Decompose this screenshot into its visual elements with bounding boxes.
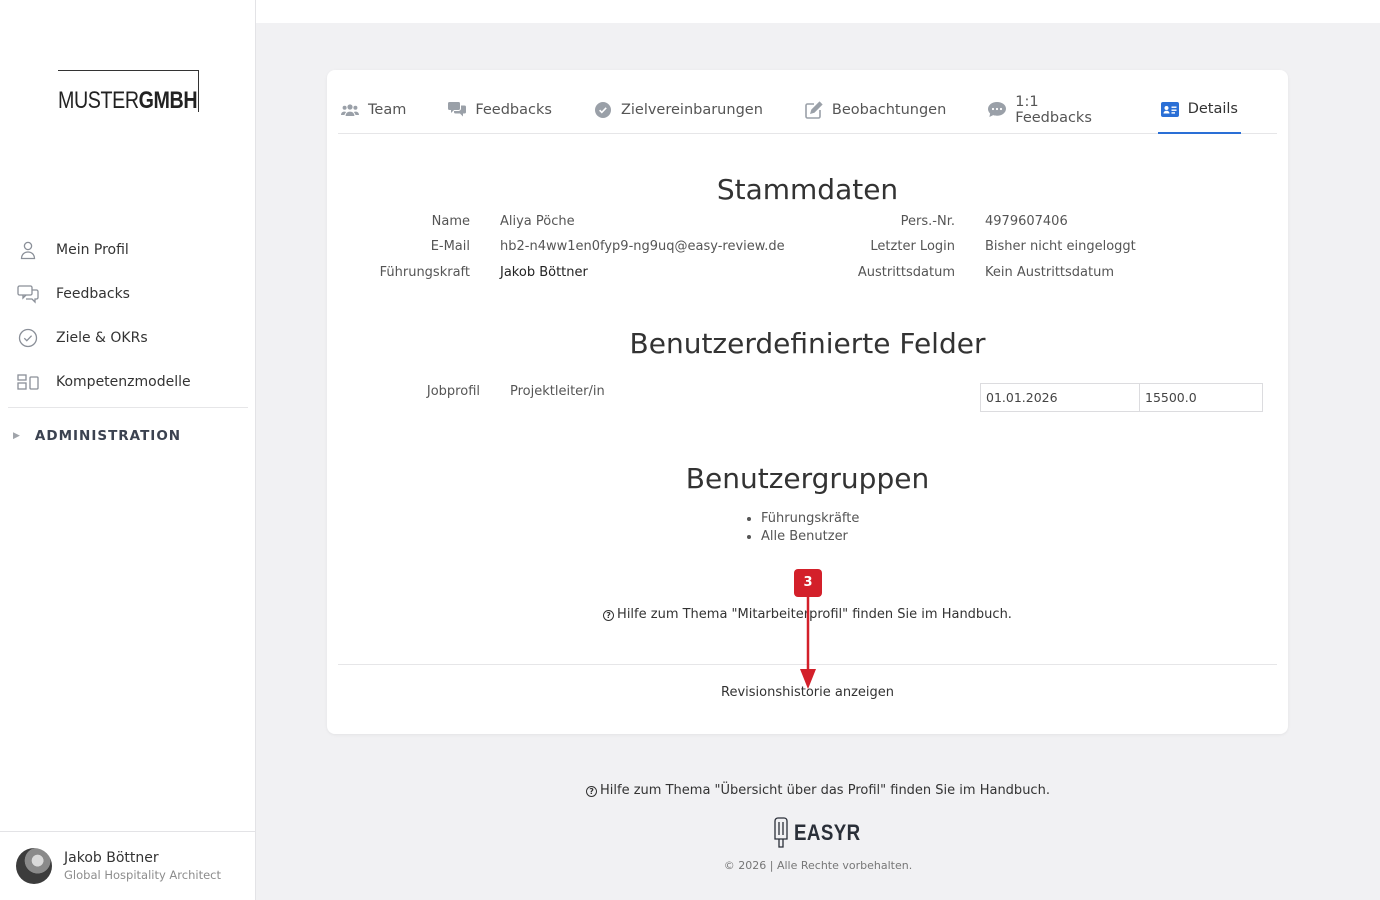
tab-1-1-feedbacks[interactable]: 1:1 Feedbacks — [985, 86, 1121, 134]
tab-zielvereinbarungen[interactable]: Zielvereinbarungen — [591, 86, 766, 134]
tab-label: Details — [1187, 101, 1238, 117]
sidebar-item-administration[interactable]: ▶ ADMINISTRATION — [0, 408, 256, 464]
sidebar-item-kompetenzmodelle[interactable]: Kompetenzmodelle — [0, 360, 256, 404]
sidebar-item-label: Mein Profil — [56, 242, 129, 258]
step-badge: 3 — [794, 569, 822, 597]
sidebar-item-label: Ziele & OKRs — [56, 330, 148, 346]
jobprofil-value: Projektleiter/in — [510, 384, 605, 399]
tab-team[interactable]: Team — [338, 86, 409, 134]
jobprofil-label: Jobprofil — [426, 384, 480, 399]
footer-help-text: Hilfe zum Thema "Übersicht über das Prof… — [600, 783, 1050, 798]
question-circle-icon: ? — [586, 786, 598, 797]
groups-list: Führungskräfte Alle Benutzer — [761, 510, 859, 546]
jobprofil-amount-field[interactable]: 15500.0 — [1139, 383, 1263, 412]
top-bar — [256, 0, 1380, 23]
list-item: Alle Benutzer — [761, 528, 859, 546]
sidebar-item-label: Kompetenzmodelle — [56, 374, 191, 390]
sidebar-item-feedbacks[interactable]: Feedbacks — [0, 272, 256, 316]
tab-label: Team — [368, 102, 407, 118]
admin-label: ADMINISTRATION — [34, 428, 182, 444]
name-label: Name — [431, 214, 470, 229]
exit-date-value: Kein Austrittsdatum — [985, 265, 1115, 280]
last-login-value: Bisher nicht eingeloggt — [985, 239, 1136, 254]
user-role: Global Hospitality Architect — [64, 868, 221, 882]
list-item: Führungskräfte — [761, 510, 859, 528]
jobprofil-date-field[interactable]: 01.01.2026 — [980, 383, 1140, 412]
current-user[interactable]: Jakob Böttner Global Hospitality Archite… — [0, 831, 256, 900]
tab-label: Beobachtungen — [831, 102, 947, 118]
model-blocks-icon — [17, 371, 39, 393]
email-value: hb2-n4ww1en0fyp9-ng9uq@easy-review.de — [500, 239, 785, 254]
edit-icon — [805, 101, 823, 119]
easyr-logo: EASYR — [772, 817, 872, 849]
easyr-logo-text: EASYR — [794, 820, 861, 845]
sidebar: MUSTERGMBH Mein Profil Feedbacks Ziele &… — [0, 0, 256, 900]
sidebar-item-label: Feedbacks — [56, 286, 130, 302]
custom-fields-title: Benutzerdefinierte Felder — [629, 327, 986, 360]
email-label: E-Mail — [430, 239, 470, 254]
caret-right-icon: ▶ — [13, 431, 21, 441]
copyright: © 2026 | Alle Rechte vorbehalten. — [723, 859, 913, 872]
name-value: Aliya Pöche — [500, 214, 575, 229]
tab-label: Zielvereinbarungen — [620, 102, 763, 118]
person-icon — [17, 239, 39, 261]
personnel-number-value: 4979607406 — [985, 214, 1068, 229]
check-circle-icon — [594, 101, 612, 119]
exit-date-label: Austrittsdatum — [857, 265, 955, 280]
tab-details[interactable]: Details — [1157, 86, 1241, 134]
personnel-number-label: Pers.-Nr. — [900, 214, 955, 229]
chat-bubbles-icon — [17, 283, 39, 305]
logo-text-bold: GMBH — [138, 87, 198, 114]
question-circle-icon: ? — [603, 610, 615, 621]
tab-label: 1:1 Feedbacks — [1015, 94, 1092, 126]
sidebar-item-ziele-okrs[interactable]: Ziele & OKRs — [0, 316, 256, 360]
annotation-arrow-icon — [800, 597, 816, 689]
manager-value: Jakob Böttner — [500, 265, 588, 280]
check-circle-icon — [17, 327, 39, 349]
sidebar-nav: Mein Profil Feedbacks Ziele & OKRs Kompe… — [0, 228, 256, 464]
manager-label: Führungskraft — [379, 265, 470, 280]
tab-bar: Team Feedbacks Zielvereinbarungen Beobac… — [338, 86, 1277, 134]
last-login-label: Letzter Login — [870, 239, 955, 254]
easyr-logo-icon — [774, 817, 788, 848]
avatar — [16, 848, 52, 884]
groups-title: Benutzergruppen — [685, 462, 930, 495]
id-card-icon — [1160, 100, 1179, 118]
company-logo[interactable]: MUSTERGMBH — [58, 70, 199, 114]
user-name: Jakob Böttner — [64, 850, 159, 866]
sidebar-item-mein-profil[interactable]: Mein Profil — [0, 228, 256, 272]
comment-dots-icon — [988, 101, 1007, 119]
stammdaten-title: Stammdaten — [716, 173, 899, 206]
tab-label: Feedbacks — [475, 102, 552, 118]
help-link-profile-overview[interactable]: ? Hilfe zum Thema "Übersicht über das Pro… — [256, 783, 1380, 798]
tab-beobachtungen[interactable]: Beobachtungen — [802, 86, 949, 134]
tab-feedbacks[interactable]: Feedbacks — [445, 86, 555, 134]
chat-icon — [448, 101, 467, 119]
logo-text-light: MUSTER — [58, 87, 139, 114]
team-icon — [341, 101, 359, 119]
